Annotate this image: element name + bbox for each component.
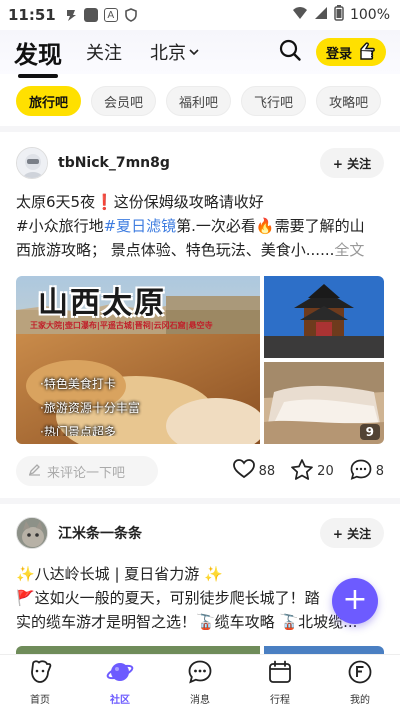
nav-label: 社区 [110, 695, 130, 706]
plus-icon: + [342, 581, 368, 617]
heart-icon [232, 459, 255, 483]
battery-icon [334, 5, 344, 25]
pointing-hand-icon [358, 41, 384, 67]
home-icon [27, 659, 53, 689]
nav-itinerary[interactable]: 行程 [250, 659, 310, 706]
message-icon [187, 659, 213, 689]
image-title: 山西太原 [38, 286, 166, 321]
image-point: ·特色美食打卡 [40, 377, 116, 391]
city-selector[interactable]: 北京 [150, 39, 200, 65]
post-image-tower[interactable] [264, 276, 384, 358]
bottom-nav: 首页 社区 消息 行程 我的 [0, 654, 400, 710]
post-line: 实的缆车游才是明智之选！🚡缆车攻略 🚡北坡缆... [16, 613, 358, 631]
avatar[interactable] [16, 147, 48, 179]
post-line: #小众旅行地#夏日滤镜第.一次必看🔥需要了解的山 [16, 214, 386, 238]
pencil-icon [28, 463, 41, 480]
nav-label: 我的 [350, 695, 370, 706]
nav-messages[interactable]: 消息 [170, 659, 230, 706]
status-right: 100% [292, 5, 390, 25]
post-line: ✨八达岭长城 | 夏日省力游 ✨ [16, 565, 223, 583]
divider [0, 126, 400, 132]
signal-icon [314, 6, 328, 24]
like-count: 88 [258, 463, 276, 479]
post-text-segment: 西旅游攻略； 景点体验、特色玩法、美食小...... [16, 241, 335, 259]
calendar-icon [267, 659, 293, 689]
post-text-segment: 第.一次必看🔥需要了解的山 [176, 217, 365, 235]
nav-label: 首页 [30, 695, 50, 706]
comment-placeholder: 来评论一下吧 [47, 465, 126, 481]
wifi-icon [292, 6, 308, 24]
divider [0, 498, 400, 504]
comment-input[interactable]: 来评论一下吧 [16, 456, 158, 486]
post-image-main[interactable]: 山西太原 王家大院|壶口瀑布|平遥古城|晋祠|云冈石窟|悬空寺 ·特色美食打卡 … [16, 276, 260, 444]
post-text-segment: #小众旅行地 [16, 217, 104, 235]
follow-button[interactable]: + 关注 [320, 518, 384, 548]
username[interactable]: 江米条一条条 [58, 523, 142, 543]
username[interactable]: tbNick_7mn8g [58, 155, 170, 171]
status-bar: 11:51 A 100% [0, 0, 400, 30]
post-line: 🚩这如火一般的夏天，可别徒步爬长城了！踏 [16, 589, 320, 607]
image-subtitle: 王家大院|壶口瀑布|平遥古城|晋祠|云冈石窟|悬空寺 [30, 321, 213, 330]
chip-flight[interactable]: 飞行吧 [241, 86, 307, 116]
top-header: 发现 关注 北京 登录 [0, 30, 400, 78]
post-header: 江米条一条条 + 关注 [16, 516, 384, 550]
comment-icon [350, 459, 372, 484]
chevron-down-icon [188, 42, 200, 63]
status-time: 11:51 [8, 6, 56, 24]
image-points: ·特色美食打卡 ·旅游资源十分丰富 ·热门景点超多 [40, 372, 140, 436]
profile-icon [347, 659, 373, 689]
search-icon[interactable] [278, 38, 302, 66]
favorite-count: 20 [317, 463, 334, 479]
chip-welfare[interactable]: 福利吧 [166, 86, 232, 116]
notification-icon [64, 8, 78, 22]
star-icon [291, 458, 314, 484]
app-notification-icon [83, 8, 98, 22]
nav-label: 行程 [270, 695, 290, 706]
hashtag-link[interactable]: #夏日滤镜 [104, 217, 177, 235]
create-post-button[interactable]: + [332, 578, 378, 624]
feed-post[interactable]: tbNick_7mn8g + 关注 太原6天5夜❗️这份保姆级攻略请收好 #小众… [0, 146, 400, 486]
post-actions: 来评论一下吧 88 20 8 [16, 456, 384, 486]
screen: 11:51 A 100% 发现 关注 北京 登录 旅行吧 会员吧 福利吧 飞行吧… [0, 0, 400, 710]
read-more-link[interactable]: 全文 [334, 241, 364, 259]
login-button[interactable]: 登录 [316, 38, 386, 66]
post-image-waterfall[interactable]: 9 [264, 362, 384, 444]
follow-button[interactable]: + 关注 [320, 148, 384, 178]
favorite-button[interactable]: 20 [291, 458, 334, 484]
tab-follow[interactable]: 关注 [86, 39, 122, 65]
reaction-group: 88 20 8 [232, 458, 384, 484]
post-header: tbNick_7mn8g + 关注 [16, 146, 384, 180]
post-text[interactable]: ✨八达岭长城 | 夏日省力游 ✨ 🚩这如火一般的夏天，可别徒步爬长城了！踏 实的… [16, 562, 386, 634]
image-point: ·热门景点超多 [40, 425, 116, 436]
nav-home[interactable]: 首页 [10, 659, 70, 706]
shield-icon [124, 8, 138, 22]
comment-count: 8 [375, 463, 384, 479]
category-chips: 旅行吧 会员吧 福利吧 飞行吧 攻略吧 [16, 86, 382, 116]
tab-discover[interactable]: 发现 [14, 35, 62, 78]
planet-icon [106, 659, 134, 689]
comment-button[interactable]: 8 [350, 459, 384, 484]
city-label: 北京 [150, 43, 186, 64]
chip-member[interactable]: 会员吧 [91, 86, 157, 116]
chip-guide[interactable]: 攻略吧 [316, 86, 382, 116]
nav-profile[interactable]: 我的 [330, 659, 390, 706]
login-label: 登录 [326, 46, 353, 62]
battery-level: 100% [349, 7, 390, 23]
post-line: 太原6天5夜❗️这份保姆级攻略请收好 [16, 193, 264, 211]
post-text[interactable]: 太原6天5夜❗️这份保姆级攻略请收好 #小众旅行地#夏日滤镜第.一次必看🔥需要了… [16, 190, 386, 262]
post-line: 西旅游攻略； 景点体验、特色玩法、美食小......全文 [16, 238, 386, 262]
chip-travel[interactable]: 旅行吧 [16, 86, 82, 116]
avatar[interactable] [16, 517, 48, 549]
image-count-badge: 9 [359, 424, 380, 440]
header-actions: 登录 [278, 38, 386, 66]
like-button[interactable]: 88 [232, 459, 276, 484]
nav-label: 消息 [190, 695, 210, 706]
a-notification-icon: A [103, 8, 118, 22]
image-point: ·旅游资源十分丰富 [40, 401, 140, 415]
nav-community[interactable]: 社区 [90, 659, 150, 706]
